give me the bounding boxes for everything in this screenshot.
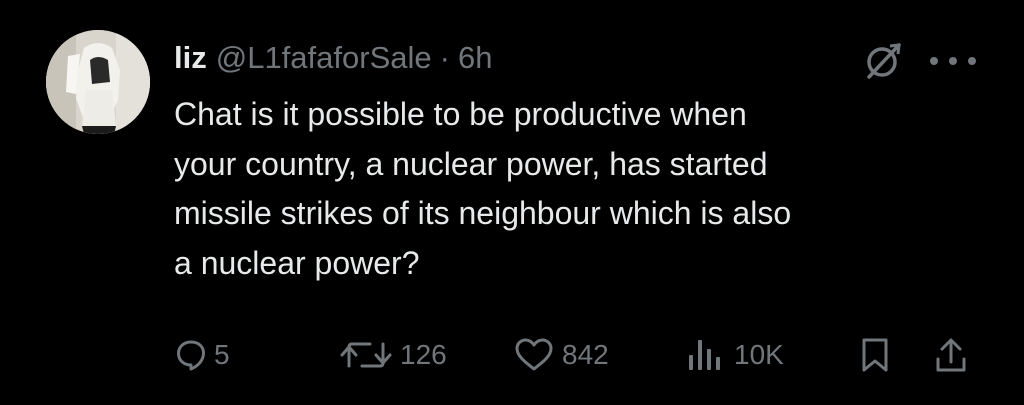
more-dot — [930, 57, 938, 65]
bookmark-button[interactable] — [860, 330, 890, 380]
display-name[interactable]: liz — [174, 40, 207, 76]
tweet-text-line: your country, a nuclear power, has start… — [174, 145, 768, 182]
views-icon — [689, 340, 720, 370]
repost-icon — [340, 342, 392, 368]
user-handle[interactable]: @L1fafaforSale — [216, 40, 432, 76]
reply-button[interactable]: 5 — [176, 330, 230, 380]
repost-button[interactable]: 126 — [340, 330, 447, 380]
avatar-photo — [46, 30, 150, 134]
reply-icon — [177, 340, 205, 371]
separator-dot: · — [439, 40, 450, 75]
more-dot — [949, 57, 957, 65]
share-icon — [936, 338, 966, 372]
like-count: 842 — [562, 339, 609, 370]
like-button[interactable]: 842 — [514, 330, 609, 380]
more-dot — [968, 57, 976, 65]
reply-count: 5 — [214, 339, 230, 370]
share-button[interactable] — [934, 330, 968, 380]
timestamp[interactable]: 6h — [458, 40, 492, 76]
heart-icon — [515, 338, 553, 371]
more-icon[interactable] — [930, 46, 976, 76]
repost-count: 126 — [400, 339, 447, 370]
grok-icon[interactable] — [862, 40, 904, 82]
bookmark-icon — [862, 338, 888, 372]
tweet-text: Chat is it possible to be productive whe… — [174, 90, 974, 288]
views-button[interactable]: 10K — [686, 330, 784, 380]
avatar[interactable] — [46, 30, 150, 134]
tweet-card[interactable]: liz @L1fafaforSale · 6h Chat is it possi… — [0, 0, 1024, 405]
tweet-text-line: missile strikes of its neighbour which i… — [174, 195, 792, 231]
action-bar: 5 126 842 10K — [0, 330, 1024, 380]
tweet-text-line: Chat is it possible to be productive whe… — [174, 96, 747, 132]
tweet-text-line: a nuclear power? — [174, 244, 420, 281]
views-count: 10K — [734, 339, 784, 370]
tweet-header: liz @L1fafaforSale · 6h — [174, 38, 492, 78]
